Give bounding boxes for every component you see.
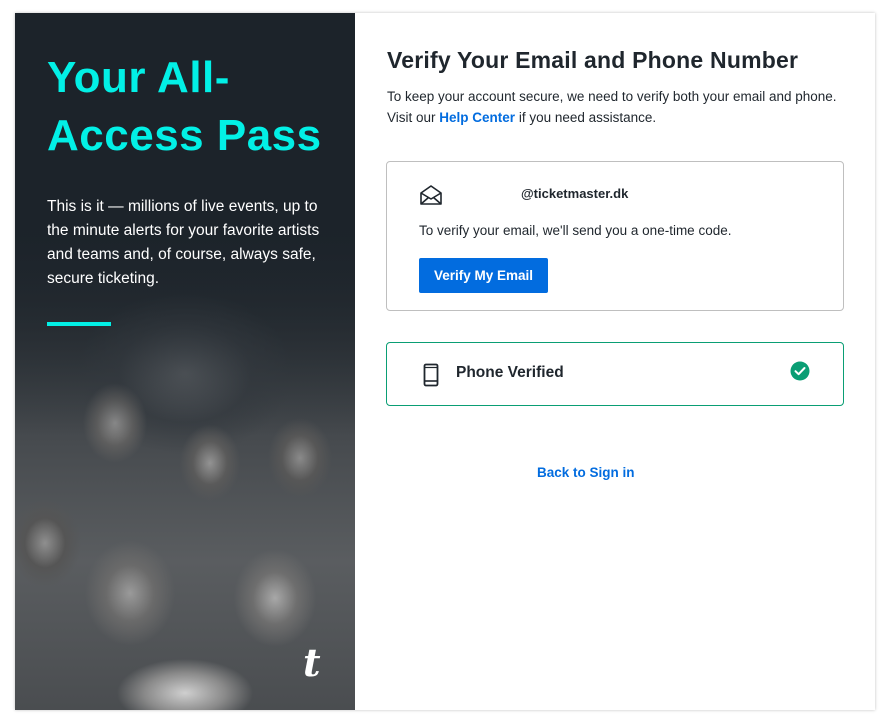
envelope-icon bbox=[420, 185, 442, 205]
email-description: To verify your email, we'll send you a o… bbox=[419, 223, 732, 238]
email-address: @ticketmaster.dk bbox=[521, 186, 629, 201]
back-to-sign-in-link[interactable]: Back to Sign in bbox=[537, 465, 635, 480]
main-content: Verify Your Email and Phone Number To ke… bbox=[355, 13, 875, 710]
verification-card: Your All-Access Pass This is it — millio… bbox=[15, 13, 875, 710]
help-center-link[interactable]: Help Center bbox=[439, 110, 515, 125]
email-verification-card: @ticketmaster.dk To verify your email, w… bbox=[386, 161, 844, 311]
hero-accent-divider bbox=[47, 322, 111, 326]
intro-text: To keep your account secure, we need to … bbox=[387, 86, 837, 128]
verify-email-button[interactable]: Verify My Email bbox=[419, 258, 548, 293]
ticketmaster-logo: t bbox=[303, 640, 321, 685]
hero-panel: Your All-Access Pass This is it — millio… bbox=[15, 13, 355, 710]
hero-description: This is it — millions of live events, up… bbox=[47, 198, 320, 287]
hero-title: Your All-Access Pass bbox=[47, 53, 322, 160]
phone-verified-label: Phone Verified bbox=[456, 364, 564, 381]
page-title: Verify Your Email and Phone Number bbox=[387, 47, 799, 73]
mobile-phone-icon bbox=[423, 363, 439, 387]
phone-verification-card: Phone Verified bbox=[386, 342, 844, 406]
intro-suffix: if you need assistance. bbox=[515, 110, 657, 125]
check-circle-icon bbox=[790, 361, 810, 381]
